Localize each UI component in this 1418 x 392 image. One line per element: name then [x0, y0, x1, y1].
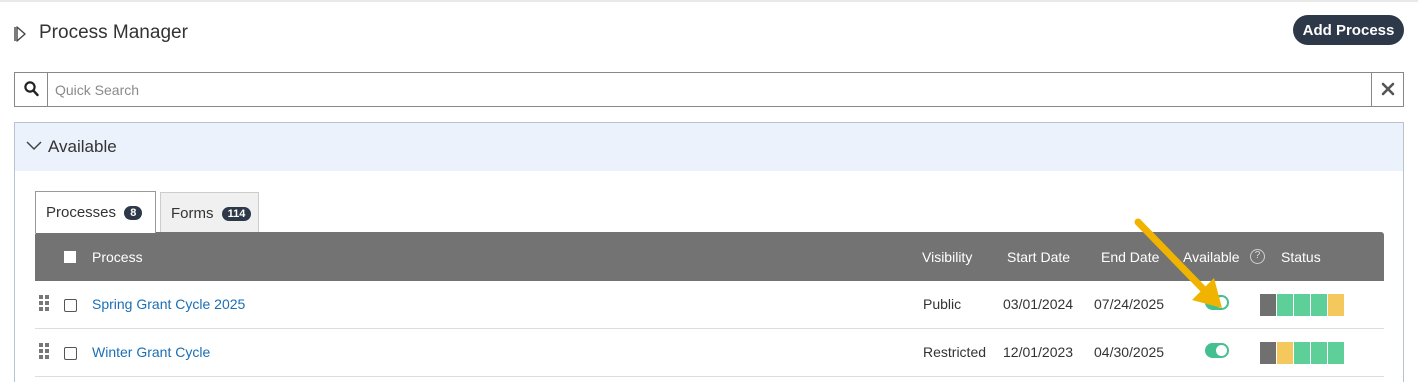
search-input[interactable] — [53, 73, 1373, 106]
chevron-down-icon[interactable] — [26, 140, 42, 152]
help-icon[interactable]: ? — [1250, 249, 1265, 264]
toggle-knob — [1216, 297, 1227, 308]
available-toggle[interactable] — [1205, 295, 1229, 310]
status-segment — [1294, 342, 1310, 364]
status-segment — [1294, 294, 1310, 316]
page-header: Process Manager Add Process — [14, 15, 1404, 50]
end-date-value: 04/30/2025 — [1094, 344, 1165, 360]
toggle-knob — [1216, 345, 1227, 356]
table-row: Spring Grant Cycle 2025 Public 03/01/202… — [35, 281, 1384, 329]
available-toggle[interactable] — [1205, 343, 1229, 358]
start-date-value: 03/01/2024 — [1003, 296, 1074, 312]
process-table: Process Visibility Start Date End Date A… — [35, 232, 1384, 392]
column-available[interactable]: Available — [1183, 249, 1240, 265]
row-checkbox[interactable] — [64, 347, 77, 360]
status-segment — [1260, 294, 1276, 316]
status-segment — [1277, 342, 1293, 364]
count-badge: 8 — [124, 206, 143, 220]
table-row: Winter Grant Cycle Restricted 12/01/2023… — [35, 329, 1384, 377]
process-link[interactable]: Winter Grant Cycle — [92, 344, 210, 360]
tab-label: Forms — [171, 205, 214, 222]
top-strip — [0, 0, 1418, 2]
start-date-value: 12/01/2023 — [1003, 344, 1074, 360]
quick-search-bar — [14, 72, 1404, 107]
status-segment — [1277, 294, 1293, 316]
search-icon-box[interactable] — [15, 73, 48, 106]
status-bar — [1260, 342, 1345, 364]
clear-search-button[interactable] — [1371, 73, 1403, 106]
column-visibility[interactable]: Visibility — [922, 249, 972, 265]
clear-icon — [1381, 82, 1395, 96]
column-status: Status — [1281, 249, 1321, 265]
table-header: Process Visibility Start Date End Date A… — [35, 232, 1384, 281]
drag-handle-icon[interactable] — [39, 295, 50, 311]
tab-forms[interactable]: Forms 114 — [160, 192, 259, 232]
visibility-value: Public — [923, 296, 962, 312]
status-bar — [1260, 294, 1345, 316]
tab-label: Processes — [46, 204, 117, 221]
process-link[interactable]: Spring Grant Cycle 2025 — [92, 296, 245, 312]
panel-title: Available — [48, 137, 117, 156]
count-badge: 114 — [221, 207, 252, 221]
select-all-checkbox[interactable] — [64, 251, 76, 263]
drag-handle-icon[interactable] — [39, 343, 50, 359]
page-title: Process Manager — [39, 22, 188, 43]
expand-panel-icon[interactable] — [14, 26, 28, 42]
status-segment — [1311, 294, 1327, 316]
end-date-value: 07/24/2025 — [1094, 296, 1165, 312]
row-checkbox[interactable] — [64, 299, 77, 312]
status-segment — [1311, 342, 1327, 364]
panel-header[interactable]: Available — [15, 123, 1403, 171]
tab-processes[interactable]: Processes 8 — [35, 191, 156, 233]
status-segment — [1260, 342, 1276, 364]
column-end-date[interactable]: End Date — [1101, 249, 1159, 265]
search-icon — [24, 81, 39, 97]
status-segment — [1328, 294, 1344, 316]
available-panel: Available Processes 8 Forms 114 Process … — [14, 122, 1404, 382]
column-process[interactable]: Process — [92, 249, 143, 265]
add-process-button[interactable]: Add Process — [1293, 15, 1404, 45]
visibility-value: Restricted — [923, 344, 987, 360]
column-start-date[interactable]: Start Date — [1007, 249, 1070, 265]
status-segment — [1328, 342, 1344, 364]
